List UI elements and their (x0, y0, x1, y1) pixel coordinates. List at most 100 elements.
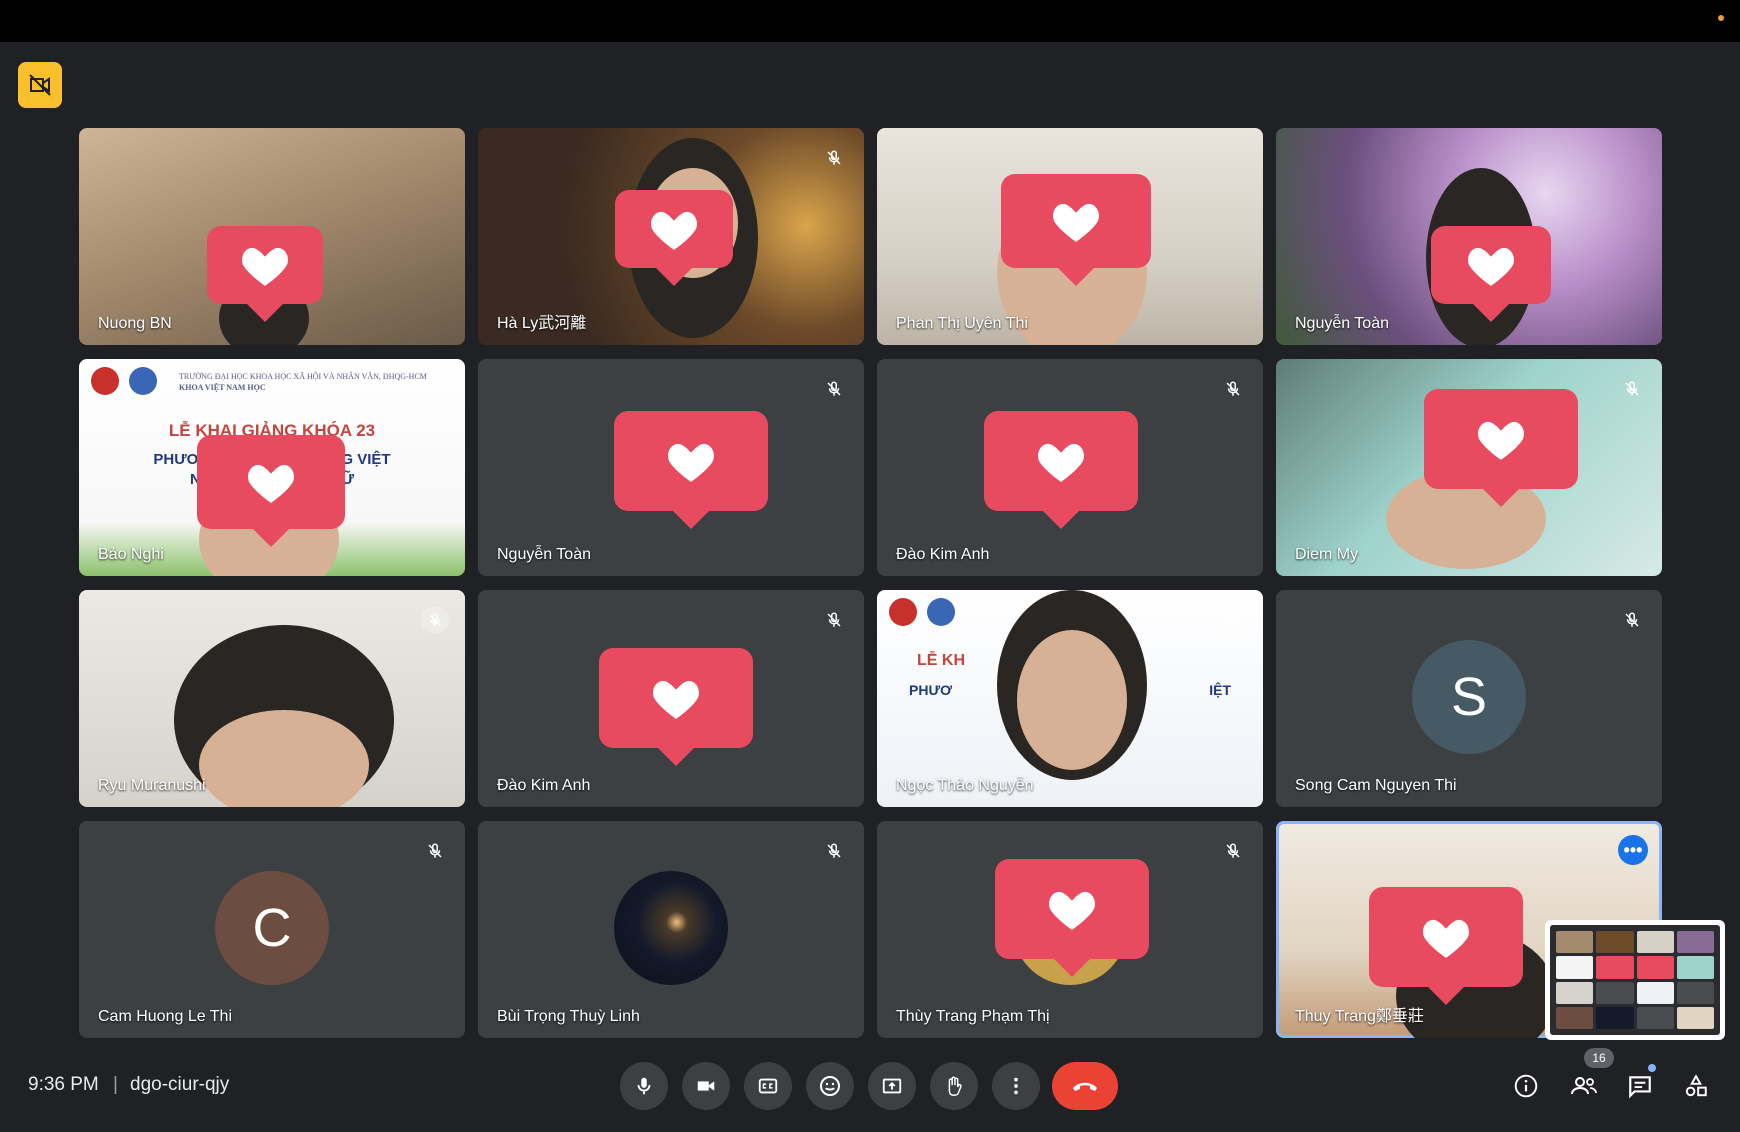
heart-icon (1049, 891, 1095, 930)
participant-name: Hà Ly武河離 (497, 315, 587, 332)
participant-grid: Nuong BN Hà Ly武河離 Phan Thị Uyên Thi Nguy… (79, 128, 1662, 1038)
faculty-logo (927, 598, 955, 626)
participant-name: Phan Thị Uyên Thi (896, 315, 1028, 332)
participant-name: Thuy Trang鄭垂莊 (1295, 1008, 1424, 1025)
mic-off-icon (1219, 837, 1247, 865)
more-vert-icon (1014, 1077, 1018, 1095)
heart-icon (242, 247, 288, 286)
avatar (614, 871, 728, 985)
participant-count-badge: 16 (1584, 1048, 1614, 1068)
camera-button[interactable] (682, 1062, 730, 1110)
participant-tile[interactable]: TRƯỜNG ĐẠI HỌC KHOA HỌC XÃ HỘI VÀ NHÂN V… (79, 359, 465, 576)
participant-name: Ngọc Thảo Nguyễn (896, 777, 1034, 794)
participant-tile[interactable]: Nguyễn Toàn (478, 359, 864, 576)
meeting-code: dgo-ciur-qjy (130, 1074, 230, 1095)
self-view-grid (1550, 925, 1720, 1035)
participant-name: Ryu Muranushi (98, 777, 206, 794)
faculty-logo (129, 367, 157, 395)
mic-off-icon (1219, 606, 1247, 634)
heart-reaction (1001, 174, 1151, 286)
mic-off-icon (421, 375, 449, 403)
mic-off-icon (1219, 375, 1247, 403)
mic-off-icon (1618, 375, 1646, 403)
participant-name: Nguyễn Toàn (497, 546, 591, 563)
participant-name: Đào Kim Anh (896, 546, 990, 563)
participant-name: Diem My (1295, 546, 1359, 563)
meeting-controls-bar: 9:36 PM | dgo-ciur-qjy 16 (0, 1048, 1740, 1132)
participant-name: Song Cam Nguyen Thi (1295, 777, 1457, 794)
present-button[interactable] (868, 1062, 916, 1110)
separator: | (113, 1074, 118, 1095)
info-icon (1514, 1074, 1538, 1098)
call-end-icon (1073, 1082, 1097, 1091)
chat-button[interactable] (1620, 1066, 1660, 1106)
participant-tile[interactable]: S Song Cam Nguyen Thi (1276, 590, 1662, 807)
heart-reaction (207, 226, 323, 322)
participant-tile[interactable]: Ryu Muranushi (79, 590, 465, 807)
closed-captions-icon (758, 1078, 778, 1094)
participant-tile[interactable]: Thùy Trang Phạm Thị (877, 821, 1263, 1038)
slide-subtitle: IỆT (1209, 682, 1231, 698)
slide-subtitle: PHƯƠ (909, 682, 953, 698)
participant-name: Bảo Nghi (98, 546, 164, 563)
people-button[interactable] (1564, 1066, 1604, 1106)
chat-icon (1629, 1076, 1651, 1099)
captions-button[interactable] (744, 1062, 792, 1110)
reactions-button[interactable] (806, 1062, 854, 1110)
participant-tile[interactable]: Đào Kim Anh (877, 359, 1263, 576)
heart-reaction (615, 190, 733, 286)
heart-icon (1468, 247, 1514, 286)
participant-tile[interactable]: Diem My (1276, 359, 1662, 576)
mic-off-icon (820, 837, 848, 865)
heart-reaction (1431, 226, 1551, 322)
participant-tile[interactable]: Bùi Trọng Thuỳ Linh (478, 821, 864, 1038)
slide-title: LỄ KH (917, 652, 965, 669)
top-status-bar (0, 0, 1740, 42)
heart-reaction (197, 435, 345, 547)
heart-icon (1053, 203, 1099, 242)
participant-tile[interactable]: Nguyễn Toàn (1276, 128, 1662, 345)
participant-name: Nguyễn Toàn (1295, 315, 1389, 332)
videocam-icon (697, 1081, 715, 1091)
camera-off-icon[interactable] (18, 62, 62, 108)
school-logo (889, 598, 917, 626)
raise-hand-icon (948, 1076, 962, 1096)
heart-reaction (1424, 389, 1578, 507)
participant-name: Bùi Trọng Thuỳ Linh (497, 1008, 640, 1025)
heart-icon (1423, 919, 1469, 958)
participant-tile[interactable]: LỄ KH PHƯƠ IỆT Ngọc Thảo Nguyễn (877, 590, 1263, 807)
school-logo (91, 367, 119, 395)
participant-name: Cam Huong Le Thi (98, 1008, 232, 1025)
heart-reaction (995, 859, 1149, 977)
camera-indicator-dot (1718, 15, 1724, 21)
avatar: S (1412, 640, 1526, 754)
leave-call-button[interactable] (1052, 1062, 1118, 1110)
heart-reaction (984, 411, 1138, 529)
heart-reaction (1369, 887, 1523, 1005)
self-view-thumbnail[interactable] (1545, 920, 1725, 1040)
participant-tile[interactable]: Nuong BN (79, 128, 465, 345)
more-options-button[interactable] (992, 1062, 1040, 1110)
mic-icon (637, 1077, 651, 1095)
mic-button[interactable] (620, 1062, 668, 1110)
raise-hand-button[interactable] (930, 1062, 978, 1110)
heart-icon (653, 680, 699, 719)
participant-tile[interactable]: C Cam Huong Le Thi (79, 821, 465, 1038)
participant-tile[interactable]: Phan Thị Uyên Thi (877, 128, 1263, 345)
participant-tile[interactable]: Đào Kim Anh (478, 590, 864, 807)
mic-off-icon (820, 375, 848, 403)
mic-off-icon (421, 606, 449, 634)
heart-reaction (599, 648, 753, 766)
participant-tile[interactable]: Hà Ly武河離 (478, 128, 864, 345)
mic-off-icon (820, 144, 848, 172)
participant-name: Thùy Trang Phạm Thị (896, 1008, 1050, 1025)
participant-name: Đào Kim Anh (497, 777, 591, 794)
heart-icon (1038, 443, 1084, 482)
participant-name: Nuong BN (98, 315, 172, 332)
slide-header: TRƯỜNG ĐẠI HỌC KHOA HỌC XÃ HỘI VÀ NHÂN V… (179, 372, 427, 393)
activities-button[interactable] (1676, 1066, 1716, 1106)
meeting-details-button[interactable] (1506, 1066, 1546, 1106)
meeting-time: 9:36 PM (28, 1074, 99, 1095)
mic-off-icon (820, 606, 848, 634)
more-options-icon[interactable]: ••• (1618, 835, 1648, 865)
